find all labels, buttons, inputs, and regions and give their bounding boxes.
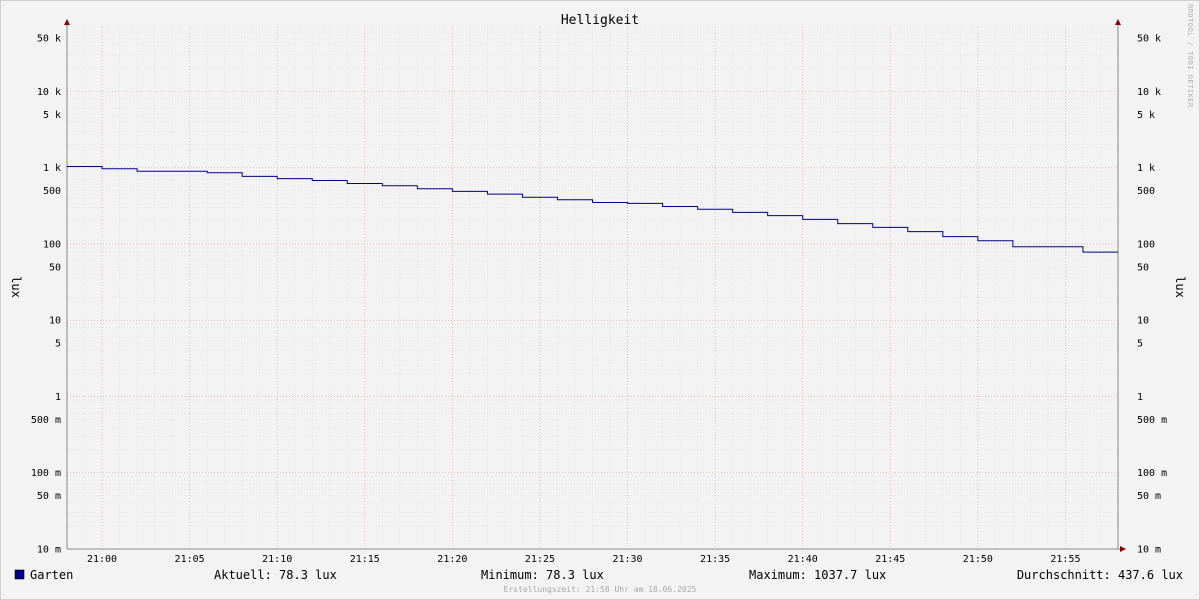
- y-tick-label-right: 10: [1137, 316, 1149, 327]
- y-axis-label-right: lux: [1173, 276, 1187, 298]
- y-tick-label-left: 100 m: [31, 468, 61, 479]
- y-tick-label-left: 1: [55, 392, 61, 403]
- y-tick-label-left: 500 m: [31, 415, 61, 426]
- y-tick-label-left: 10: [49, 316, 61, 327]
- y-tick-label-right: 10 k: [1137, 87, 1161, 98]
- y-tick-label-right: 500 m: [1137, 415, 1167, 426]
- y-tick-label-right: 50 k: [1137, 34, 1161, 45]
- y-tick-label-right: 1 k: [1137, 163, 1155, 174]
- y-tick-label-left: 10 m: [37, 545, 61, 556]
- rrdtool-watermark: RRDTOOL / TOBI OETIKER: [1186, 4, 1194, 108]
- chart-title: Helligkeit: [561, 13, 639, 28]
- x-tick-label: 21:55: [1050, 554, 1080, 565]
- x-tick-label: 21:15: [350, 554, 380, 565]
- y-tick-label-right: 5: [1137, 339, 1143, 350]
- y-tick-label-left: 5 k: [43, 110, 61, 121]
- legend-swatch-garten: [14, 569, 25, 580]
- x-tick-label: 21:00: [87, 554, 117, 565]
- legend-minimum: Minimum: 78.3 lux: [481, 568, 604, 582]
- legend-current: Aktuell: 78.3 lux: [214, 568, 337, 582]
- y-tick-label-right: 100 m: [1137, 468, 1167, 479]
- y-tick-label-right: 500: [1137, 186, 1155, 197]
- y-tick-label-left: 500: [43, 186, 61, 197]
- x-axis-arrow: [1120, 546, 1126, 552]
- chart-canvas: Helligkeit lux lux RRDTOOL / TOBI OETIKE…: [9, 4, 1194, 594]
- x-tick-label: 21:10: [262, 554, 292, 565]
- y-tick-label-left: 50 m: [37, 491, 61, 502]
- y-tick-label-right: 1: [1137, 392, 1143, 403]
- x-tick-label: 21:45: [875, 554, 905, 565]
- y-tick-label-left: 1 k: [43, 163, 61, 174]
- y-tick-label-left: 100: [43, 239, 61, 250]
- y-axis-arrow-right: [1115, 19, 1121, 25]
- x-tick-label: 21:25: [525, 554, 555, 565]
- y-tick-label-left: 50 k: [37, 34, 61, 45]
- y-tick-label-right: 5 k: [1137, 110, 1155, 121]
- creation-time-footer: Erstellungszeit: 21:58 Uhr am 18.06.2025: [504, 585, 697, 594]
- y-tick-label-right: 100: [1137, 239, 1155, 250]
- y-axis-arrow-left: [64, 19, 70, 25]
- grid-layer: [66, 26, 1119, 550]
- legend-maximum: Maximum: 1037.7 lux: [749, 568, 886, 582]
- y-tick-label-right: 50: [1137, 262, 1149, 273]
- y-tick-label-left: 5: [55, 339, 61, 350]
- x-tick-label: 21:40: [788, 554, 818, 565]
- x-tick-label: 21:35: [700, 554, 730, 565]
- x-tick-label: 21:30: [612, 554, 642, 565]
- y-tick-label-right: 50 m: [1137, 491, 1161, 502]
- x-tick-label: 21:50: [963, 554, 993, 565]
- y-tick-label-left: 50: [49, 262, 61, 273]
- legend-average: Durchschnitt: 437.6 lux: [1017, 568, 1183, 582]
- tick-labels: 50 k 50 k 10 k 10 k 5 k 5 k 1 k 1 k 500 500 100 100…: [31, 34, 1167, 565]
- legend-series-name: Garten: [30, 568, 73, 582]
- x-tick-label: 21:05: [175, 554, 205, 565]
- y-axis-label-left: lux: [9, 276, 23, 298]
- y-tick-label-right: 10 m: [1137, 545, 1161, 556]
- y-tick-label-left: 10 k: [37, 87, 61, 98]
- x-tick-label: 21:20: [437, 554, 467, 565]
